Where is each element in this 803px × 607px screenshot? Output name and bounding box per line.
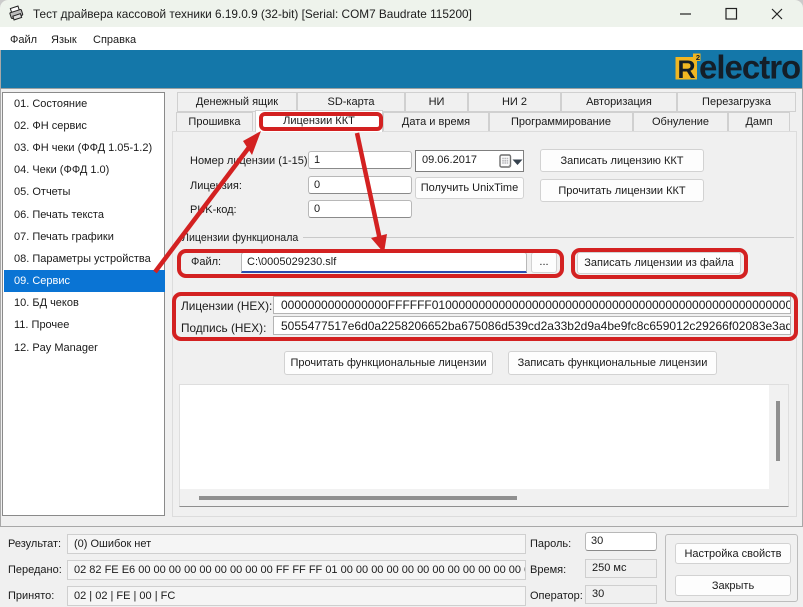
svg-text:electro: electro [699,50,800,86]
svg-text:R: R [677,56,695,84]
